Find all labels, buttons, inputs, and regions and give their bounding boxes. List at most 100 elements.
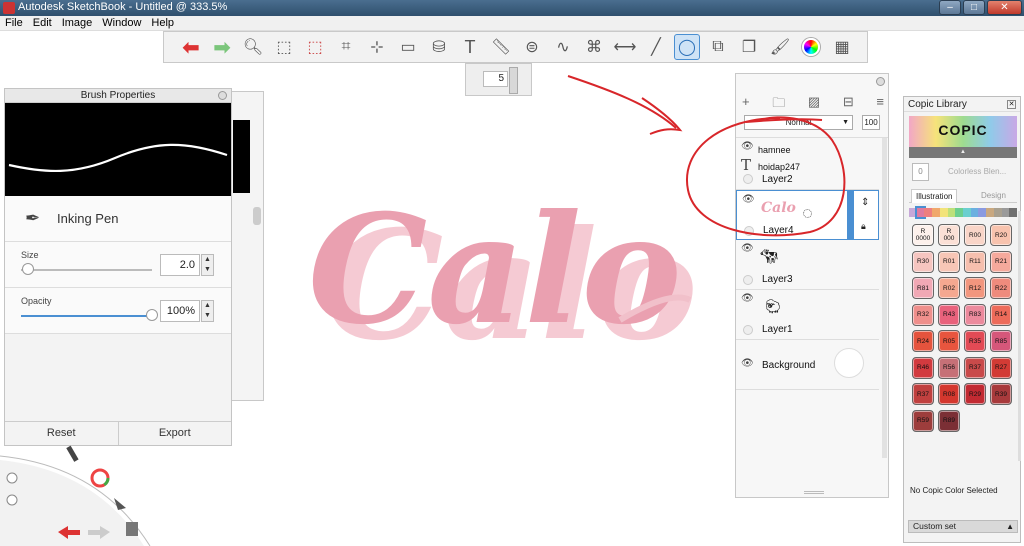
size-slider-track[interactable]: [21, 269, 152, 271]
lagoon-eraser-indicator[interactable]: [6, 494, 18, 506]
copic-swatch[interactable]: R37: [964, 356, 986, 379]
tab-design[interactable]: Design: [977, 189, 1010, 202]
zoom-tool[interactable]: 🔍︎: [240, 34, 266, 60]
layer-row-background[interactable]: 👁︎ Background: [736, 340, 879, 390]
lagoon-copy-icon[interactable]: [126, 522, 138, 536]
background-color-swatch[interactable]: [834, 348, 864, 378]
stroke-tool[interactable]: ╱: [643, 34, 669, 60]
copic-swatch[interactable]: R14: [990, 303, 1012, 326]
layer-row-layer1[interactable]: 👁︎ 🐑︎ Layer1: [736, 290, 879, 340]
copic-swatch[interactable]: R00: [964, 224, 986, 246]
copic-swatch[interactable]: R27: [990, 356, 1012, 379]
opacity-slider-knob[interactable]: [146, 309, 158, 321]
pin-icon[interactable]: [218, 91, 227, 100]
copic-swatch[interactable]: R20: [990, 224, 1012, 246]
french-curve-tool[interactable]: ∿: [550, 34, 576, 60]
copic-swatch[interactable]: R59: [912, 409, 934, 432]
copic-swatch[interactable]: R81: [912, 277, 934, 299]
copic-swatch[interactable]: R39: [990, 383, 1012, 405]
ellipse-tool[interactable]: ⊜: [519, 34, 545, 60]
menu-file[interactable]: File: [0, 16, 28, 31]
layer-lock-dot[interactable]: [743, 275, 753, 285]
tab-illustration[interactable]: Illustration: [911, 189, 958, 203]
copic-swatch[interactable]: R01: [938, 250, 960, 273]
lasso-select-tool[interactable]: ⬚: [302, 34, 328, 60]
brushes-button[interactable]: 🖌︎: [767, 34, 793, 60]
menu-help[interactable]: Help: [146, 16, 179, 31]
color-family-strip[interactable]: [909, 206, 1018, 219]
resize-grip[interactable]: [804, 491, 824, 494]
copic-swatch[interactable]: R 0000: [912, 224, 934, 246]
layer-lock-dot[interactable]: [743, 174, 753, 184]
copic-swatch[interactable]: R83: [964, 303, 986, 326]
close-button[interactable]: ✕: [987, 0, 1022, 15]
maximize-button[interactable]: □: [963, 0, 985, 15]
layer-lock-dot[interactable]: [743, 325, 753, 335]
shape-tool[interactable]: ⧉: [705, 34, 731, 60]
eye-icon[interactable]: 👁︎: [742, 194, 755, 205]
custom-set-header[interactable]: Custom set ▲: [908, 520, 1018, 533]
opacity-stepper[interactable]: ▲ ▼: [201, 300, 214, 322]
copic-swatch[interactable]: R29: [964, 383, 986, 405]
chevron-up-icon[interactable]: ▲: [909, 147, 1017, 158]
copic-swatch[interactable]: R24: [912, 330, 934, 352]
copy-tool[interactable]: ❐: [736, 34, 762, 60]
layer-row-layer4[interactable]: 👁︎ Calo Layer4 ⇕ 🔒︎: [736, 190, 879, 240]
ruler-tool[interactable]: 📏︎: [488, 34, 514, 60]
eye-icon[interactable]: 👁︎: [741, 141, 754, 152]
eye-icon[interactable]: 👁︎: [741, 293, 754, 304]
crop-tool[interactable]: ⌗: [333, 34, 359, 60]
eye-icon[interactable]: 👁︎: [741, 243, 754, 254]
brush-properties-header[interactable]: Brush Properties: [5, 89, 231, 103]
layer-lock-dot[interactable]: [744, 226, 754, 236]
copic-swatch[interactable]: R 000: [938, 224, 960, 246]
menu-edit[interactable]: Edit: [28, 16, 57, 31]
copic-swatch[interactable]: R43: [938, 303, 960, 326]
copic-scrollbar[interactable]: [1018, 211, 1021, 461]
copic-library-button[interactable]: ▦: [829, 34, 855, 60]
canvas-artwork[interactable]: Calo Calo: [290, 170, 710, 370]
copic-swatch[interactable]: R02: [938, 277, 960, 299]
rect-select-tool[interactable]: ⬚: [271, 34, 297, 60]
predictive-stroke-tool[interactable]: ◯: [674, 34, 700, 60]
lagoon-color-icon[interactable]: [90, 468, 110, 488]
size-input[interactable]: 2.0: [160, 254, 200, 276]
size-slider-knob[interactable]: [21, 263, 34, 275]
copic-swatch[interactable]: R32: [912, 303, 934, 326]
eye-icon[interactable]: 👁︎: [741, 358, 754, 369]
move-layer-icon[interactable]: ⇕: [861, 197, 869, 208]
minimize-button[interactable]: –: [939, 0, 961, 15]
colorless-blender[interactable]: 0 Colorless Blen...: [912, 163, 1016, 183]
fill-tool[interactable]: ⛁: [426, 34, 452, 60]
copic-swatch[interactable]: R30: [912, 250, 934, 273]
brush-size-slider[interactable]: [509, 67, 518, 94]
color-wheel-button[interactable]: [798, 34, 824, 60]
brush-size-puck[interactable]: 5: [465, 63, 532, 96]
text-tool[interactable]: T: [457, 34, 483, 60]
add-image-icon[interactable]: ▨: [808, 94, 820, 116]
layer-lock-icon[interactable]: 🔒︎: [861, 221, 866, 232]
copic-swatch[interactable]: R21: [990, 250, 1012, 273]
menu-image[interactable]: Image: [57, 16, 98, 31]
copic-swatch[interactable]: R85: [990, 330, 1012, 352]
layer-opacity-field[interactable]: 100: [862, 115, 880, 130]
copic-swatch[interactable]: R08: [938, 383, 960, 405]
opacity-input[interactable]: 100%: [160, 300, 200, 322]
perspective-tool[interactable]: ⌘: [581, 34, 607, 60]
brush-selector[interactable]: ✒ Inking Pen: [5, 196, 231, 242]
brush-size-value[interactable]: 5: [483, 71, 508, 87]
copic-swatch[interactable]: R46: [912, 356, 934, 379]
copic-swatch[interactable]: R22: [990, 277, 1012, 299]
layer-menu-icon[interactable]: ≡: [876, 94, 884, 116]
layer-panel-pin-icon[interactable]: [876, 77, 885, 86]
merge-layer-icon[interactable]: ⊟: [843, 94, 854, 116]
close-icon[interactable]: ✕: [1007, 100, 1016, 109]
add-layer-icon[interactable]: +: [742, 94, 750, 116]
lagoon-brush-icon[interactable]: [66, 445, 79, 462]
layer-row-layer2[interactable]: 👁︎ hamnee T hoidap247 Layer2: [736, 138, 879, 190]
copic-swatch[interactable]: R56: [938, 356, 960, 379]
size-stepper[interactable]: ▲ ▼: [201, 254, 214, 276]
layer-scrollbar[interactable]: [882, 138, 887, 458]
copic-swatch[interactable]: R12: [964, 277, 986, 299]
copic-swatch[interactable]: R05: [938, 330, 960, 352]
